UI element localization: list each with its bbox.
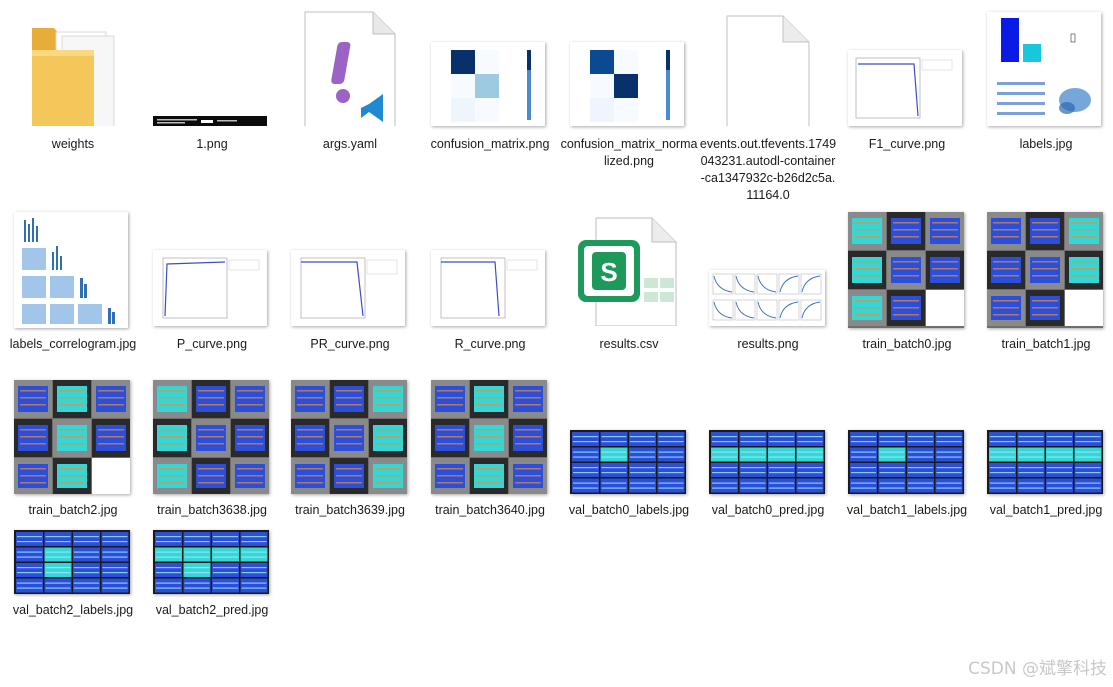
yaml-file-icon xyxy=(281,8,419,133)
val-batch-thumbnail xyxy=(4,474,142,594)
file-name: val_batch0_pred.jpg xyxy=(711,503,825,517)
file-name: val_batch2_pred.jpg xyxy=(155,603,269,617)
labels-thumbnail xyxy=(977,8,1113,126)
val-batch-thumbnail xyxy=(699,374,837,494)
file-name: F1_curve.png xyxy=(868,137,946,151)
file-name: val_batch0_labels.jpg xyxy=(568,503,690,517)
file-name: train_batch0.jpg xyxy=(862,337,952,351)
val-batch-thumbnail xyxy=(838,374,976,494)
file-name: results.csv xyxy=(599,337,659,351)
spreadsheet-file-icon: S xyxy=(560,208,698,327)
file-name: 1.png xyxy=(196,137,228,151)
batch-thumbnail xyxy=(281,374,419,494)
file-name: results.png xyxy=(737,337,799,351)
file-name: labels_correlogram.jpg xyxy=(9,337,137,351)
file-name: args.yaml xyxy=(322,137,378,151)
file-name: weights xyxy=(51,137,95,151)
file-name: labels.jpg xyxy=(1019,137,1073,151)
file-name: train_batch1.jpg xyxy=(1001,337,1091,351)
file-name: R_curve.png xyxy=(454,337,526,351)
file-grid: weights 1.png args.yaml confusion_matrix… xyxy=(0,0,1113,687)
confusion-matrix-normalized-thumbnail xyxy=(560,8,698,126)
file-name: val_batch2_labels.jpg xyxy=(12,603,134,617)
folder-icon xyxy=(4,8,142,132)
val-batch-thumbnail xyxy=(560,374,698,494)
file-name: val_batch1_pred.jpg xyxy=(989,503,1103,517)
file-name: confusion_matrix_normalized.png xyxy=(560,137,698,168)
results-thumbnail xyxy=(699,208,837,326)
spreadsheet-letter: S xyxy=(600,257,617,287)
val-batch-thumbnail xyxy=(143,474,281,594)
val-batch-thumbnail xyxy=(977,374,1113,494)
file-name: events.out.tfevents.1749043231.autodl-co… xyxy=(699,137,837,202)
correlogram-thumbnail xyxy=(4,208,142,328)
watermark: CSDN @斌擎科技 xyxy=(968,659,1107,679)
file-name: train_batch3639.jpg xyxy=(295,503,405,517)
file-name: PR_curve.png xyxy=(310,337,390,351)
batch-thumbnail xyxy=(421,374,559,494)
terminal-image-thumbnail xyxy=(143,8,281,128)
batch-thumbnail xyxy=(977,208,1113,328)
file-name: P_curve.png xyxy=(176,337,248,351)
batch-thumbnail xyxy=(838,208,976,328)
blank-file-icon xyxy=(699,8,837,133)
confusion-matrix-thumbnail xyxy=(421,8,559,126)
file-name: train_batch3640.jpg xyxy=(435,503,545,517)
file-name: val_batch1_labels.jpg xyxy=(846,503,968,517)
file-name: confusion_matrix.png xyxy=(430,137,550,151)
curve-thumbnail xyxy=(143,208,281,326)
curve-thumbnail xyxy=(838,8,976,126)
curve-thumbnail xyxy=(421,208,559,326)
curve-thumbnail xyxy=(281,208,419,326)
